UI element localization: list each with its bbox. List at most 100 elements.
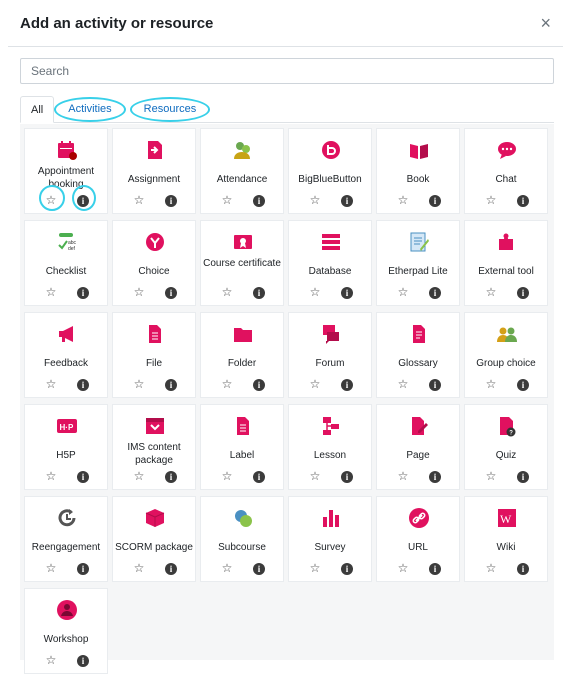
activity-item-forum[interactable]: Forum ☆ i: [288, 312, 372, 398]
star-icon[interactable]: ☆: [44, 377, 58, 391]
star-icon[interactable]: ☆: [132, 561, 146, 575]
info-icon[interactable]: i: [165, 287, 177, 299]
star-icon[interactable]: ☆: [396, 193, 410, 207]
info-icon[interactable]: i: [341, 471, 353, 483]
tab-all[interactable]: All: [20, 96, 55, 123]
star-icon[interactable]: ☆: [484, 561, 498, 575]
info-icon[interactable]: i: [253, 379, 265, 391]
activity-item-h5p[interactable]: H·P H5P ☆ i: [24, 404, 108, 490]
activity-item-label[interactable]: Label ☆ i: [200, 404, 284, 490]
info-icon[interactable]: i: [517, 471, 529, 483]
star-icon[interactable]: ☆: [308, 561, 322, 575]
star-icon[interactable]: ☆: [220, 285, 234, 299]
star-icon[interactable]: ☆: [132, 469, 146, 483]
info-icon[interactable]: i: [341, 563, 353, 575]
activity-item-survey[interactable]: Survey ☆ i: [288, 496, 372, 582]
info-icon[interactable]: i: [165, 471, 177, 483]
star-icon[interactable]: ☆: [484, 285, 498, 299]
activity-item-file[interactable]: File ☆ i: [112, 312, 196, 398]
activity-item-appointment-booking[interactable]: Appointment booking ☆ i: [24, 128, 108, 214]
info-icon[interactable]: i: [429, 195, 441, 207]
activity-item-assignment[interactable]: Assignment ☆ i: [112, 128, 196, 214]
info-icon[interactable]: i: [517, 287, 529, 299]
star-icon[interactable]: ☆: [132, 377, 146, 391]
activity-item-etherpad-lite[interactable]: Etherpad Lite ☆ i: [376, 220, 460, 306]
info-icon[interactable]: i: [77, 471, 89, 483]
star-icon[interactable]: ☆: [396, 561, 410, 575]
star-icon[interactable]: ☆: [132, 193, 146, 207]
page-icon: [408, 415, 430, 437]
info-icon[interactable]: i: [429, 379, 441, 391]
star-icon[interactable]: ☆: [44, 561, 58, 575]
megaphone-icon: [56, 323, 78, 345]
info-icon[interactable]: i: [429, 471, 441, 483]
star-icon[interactable]: ☆: [396, 285, 410, 299]
star-icon[interactable]: ☆: [308, 193, 322, 207]
star-icon[interactable]: ☆: [484, 469, 498, 483]
tab-resources[interactable]: Resources: [129, 96, 210, 122]
activity-item-label: IMS content package: [127, 442, 181, 466]
star-icon[interactable]: ☆: [44, 285, 58, 299]
star-icon[interactable]: ☆: [132, 285, 146, 299]
info-icon[interactable]: i: [341, 195, 353, 207]
info-icon[interactable]: i: [253, 195, 265, 207]
activity-item-glossary[interactable]: Glossary ☆ i: [376, 312, 460, 398]
info-icon[interactable]: i: [165, 563, 177, 575]
info-icon[interactable]: i: [77, 563, 89, 575]
activity-item-lesson[interactable]: Lesson ☆ i: [288, 404, 372, 490]
info-icon[interactable]: i: [517, 379, 529, 391]
info-icon[interactable]: i: [77, 379, 89, 391]
info-icon[interactable]: i: [429, 563, 441, 575]
activity-item-attendance[interactable]: Attendance ☆ i: [200, 128, 284, 214]
chat-icon: [496, 139, 518, 161]
search-input[interactable]: [20, 58, 554, 84]
close-icon[interactable]: ×: [540, 13, 551, 34]
info-icon[interactable]: i: [77, 287, 89, 299]
star-icon[interactable]: ☆: [396, 469, 410, 483]
star-icon[interactable]: ☆: [484, 193, 498, 207]
activity-item-url[interactable]: URL ☆ i: [376, 496, 460, 582]
activity-item-checklist[interactable]: abc def Checklist ☆ i: [24, 220, 108, 306]
info-icon[interactable]: i: [253, 471, 265, 483]
activity-item-workshop[interactable]: Workshop ☆ i: [24, 588, 108, 674]
activity-item-book[interactable]: Book ☆ i: [376, 128, 460, 214]
info-icon[interactable]: i: [517, 563, 529, 575]
activity-item-external-tool[interactable]: External tool ☆ i: [464, 220, 548, 306]
info-icon[interactable]: i: [341, 379, 353, 391]
activity-item-folder[interactable]: Folder ☆ i: [200, 312, 284, 398]
star-icon[interactable]: ☆: [220, 193, 234, 207]
star-icon[interactable]: ☆: [308, 285, 322, 299]
star-icon[interactable]: ☆: [44, 469, 58, 483]
activity-item-feedback[interactable]: Feedback ☆ i: [24, 312, 108, 398]
info-icon[interactable]: i: [253, 563, 265, 575]
activity-item-ims-content-package[interactable]: IMS content package ☆ i: [112, 404, 196, 490]
activity-item-bigbluebutton[interactable]: BigBlueButton ☆ i: [288, 128, 372, 214]
info-icon[interactable]: i: [341, 287, 353, 299]
star-icon[interactable]: ☆: [396, 377, 410, 391]
info-icon[interactable]: i: [429, 287, 441, 299]
info-icon[interactable]: i: [517, 195, 529, 207]
info-icon[interactable]: i: [165, 379, 177, 391]
activity-item-database[interactable]: Database ☆ i: [288, 220, 372, 306]
info-icon[interactable]: i: [77, 655, 89, 667]
activity-item-wiki[interactable]: W Wiki ☆ i: [464, 496, 548, 582]
activity-item-page[interactable]: Page ☆ i: [376, 404, 460, 490]
info-icon[interactable]: i: [253, 287, 265, 299]
star-icon[interactable]: ☆: [484, 377, 498, 391]
activity-item-scorm-package[interactable]: SCORM package ☆ i: [112, 496, 196, 582]
activity-item-course-certificate[interactable]: Course certificate ☆ i: [200, 220, 284, 306]
activity-item-group-choice[interactable]: Group choice ☆ i: [464, 312, 548, 398]
activity-item-choice[interactable]: Choice ☆ i: [112, 220, 196, 306]
star-icon[interactable]: ☆: [220, 377, 234, 391]
star-icon[interactable]: ☆: [220, 561, 234, 575]
tab-activities[interactable]: Activities: [54, 96, 127, 122]
star-icon[interactable]: ☆: [308, 377, 322, 391]
activity-item-quiz[interactable]: ? Quiz ☆ i: [464, 404, 548, 490]
star-icon[interactable]: ☆: [308, 469, 322, 483]
activity-item-reengagement[interactable]: Reengagement ☆ i: [24, 496, 108, 582]
activity-item-chat[interactable]: Chat ☆ i: [464, 128, 548, 214]
star-icon[interactable]: ☆: [220, 469, 234, 483]
star-icon[interactable]: ☆: [44, 653, 58, 667]
info-icon[interactable]: i: [165, 195, 177, 207]
activity-item-subcourse[interactable]: Subcourse ☆ i: [200, 496, 284, 582]
